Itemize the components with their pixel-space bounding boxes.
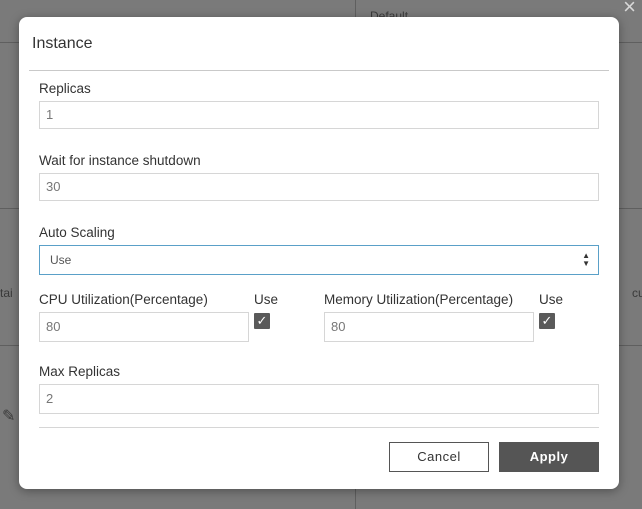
memory-use-label: Use <box>539 292 564 307</box>
cpu-label: CPU Utilization(Percentage) <box>39 292 208 307</box>
wait-shutdown-input[interactable]: 30 <box>39 173 599 201</box>
title-divider <box>29 70 609 71</box>
apply-button[interactable]: Apply <box>499 442 599 472</box>
pencil-icon: ✎ <box>2 408 16 425</box>
auto-scaling-select[interactable]: Use ▲ ▼ <box>39 245 599 275</box>
bg-left-text: tai <box>0 286 13 300</box>
select-arrows-icon: ▲ ▼ <box>582 251 590 268</box>
cancel-button[interactable]: Cancel <box>389 442 489 472</box>
bg-right-text: cu <box>632 286 642 300</box>
replicas-label: Replicas <box>39 81 91 96</box>
memory-input[interactable]: 80 <box>324 312 534 342</box>
max-replicas-label: Max Replicas <box>39 364 121 379</box>
close-icon[interactable]: × <box>623 0 636 18</box>
dialog-title: Instance <box>32 35 93 52</box>
memory-use-checkbox[interactable]: ✓ <box>539 313 555 329</box>
replicas-input[interactable]: 1 <box>39 101 599 129</box>
cpu-use-label: Use <box>254 292 279 307</box>
cpu-input[interactable]: 80 <box>39 312 249 342</box>
wait-shutdown-label: Wait for instance shutdown <box>39 153 201 168</box>
auto-scaling-label: Auto Scaling <box>39 225 115 240</box>
footer-divider <box>39 427 599 428</box>
auto-scaling-value: Use <box>50 253 72 267</box>
cpu-use-checkbox[interactable]: ✓ <box>254 313 270 329</box>
max-replicas-input[interactable]: 2 <box>39 384 599 414</box>
instance-dialog: Instance Replicas 1 Wait for instance sh… <box>19 17 619 489</box>
memory-label: Memory Utilization(Percentage) <box>324 292 514 307</box>
